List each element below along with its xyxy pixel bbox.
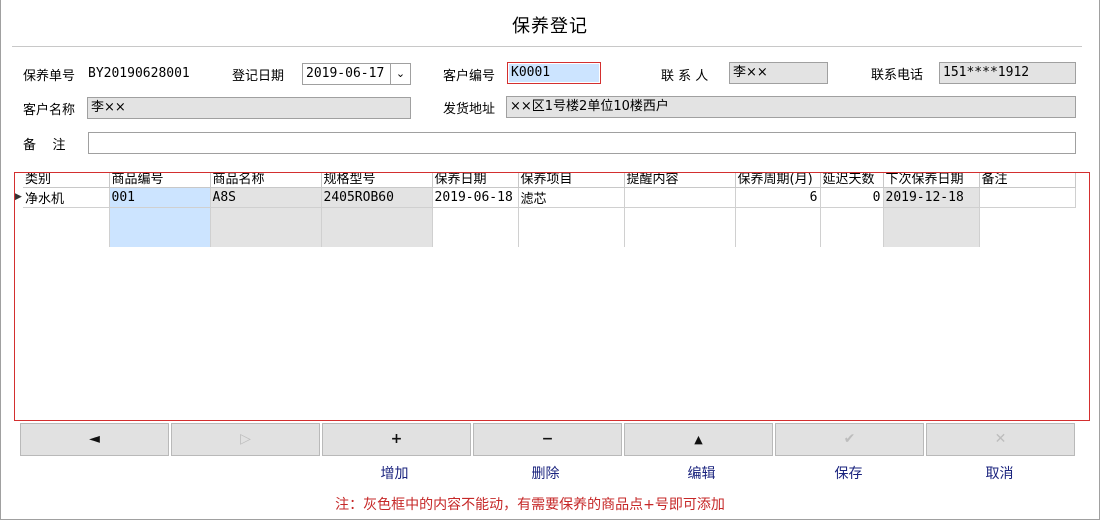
cell-remark[interactable] bbox=[979, 187, 1076, 208]
contact-field: 李×× bbox=[729, 62, 828, 84]
phone-field: 151****1912 bbox=[939, 62, 1076, 84]
customer-code-input[interactable]: K0001 bbox=[507, 62, 601, 84]
col-cycle[interactable]: 保养周期(月) bbox=[735, 173, 821, 188]
col-reminder[interactable]: 提醒内容 bbox=[624, 173, 736, 188]
new-cell bbox=[321, 207, 433, 247]
cell-maint-date[interactable]: 2019-06-18 bbox=[432, 187, 519, 208]
title-divider bbox=[12, 46, 1082, 47]
remark-input[interactable] bbox=[88, 132, 1076, 154]
new-cell[interactable] bbox=[735, 207, 821, 247]
cell-delay[interactable]: 0 bbox=[820, 187, 884, 208]
new-cell[interactable] bbox=[109, 207, 211, 247]
current-row-icon: ▶ bbox=[15, 192, 22, 202]
col-delay[interactable]: 延迟天数 bbox=[820, 173, 884, 188]
add-label[interactable]: 增加 bbox=[320, 463, 469, 483]
cell-product-name: A8S bbox=[210, 187, 322, 208]
up-triangle-icon: ▲ bbox=[694, 433, 703, 446]
cell-spec: 2405ROB60 bbox=[321, 187, 433, 208]
prev-button[interactable]: ◄ bbox=[20, 423, 169, 456]
cell-maint-item[interactable]: 滤芯 bbox=[518, 187, 625, 208]
cell-category[interactable]: 净水机 bbox=[23, 187, 110, 208]
cell-product-code[interactable]: 001 bbox=[109, 187, 211, 208]
new-cell[interactable] bbox=[624, 207, 736, 247]
cancel-label[interactable]: 取消 bbox=[925, 463, 1074, 483]
save-button[interactable]: ✔ bbox=[775, 423, 924, 456]
customer-name-label: 客户名称 bbox=[23, 103, 76, 118]
col-remark[interactable]: 备注 bbox=[979, 173, 1076, 188]
customer-name-field: 李×× bbox=[87, 97, 411, 119]
new-row-placeholder[interactable] bbox=[23, 207, 1075, 247]
check-icon: ✔ bbox=[843, 431, 856, 447]
window-title: 保养登记 bbox=[512, 16, 588, 37]
delete-button[interactable]: − bbox=[473, 423, 622, 456]
customer-code-label: 客户编号 bbox=[443, 69, 496, 84]
col-next-date[interactable]: 下次保养日期 bbox=[883, 173, 980, 188]
contact-label: 联 系 人 bbox=[661, 69, 709, 84]
address-field: ××区1号楼2单位10楼西户 bbox=[506, 96, 1076, 118]
order-no-label: 保养单号 bbox=[23, 69, 76, 84]
date-dropdown-icon[interactable]: ⌄ bbox=[390, 63, 411, 85]
edit-label[interactable]: 编辑 bbox=[627, 463, 776, 483]
col-category[interactable]: 类别 bbox=[23, 173, 110, 188]
cell-cycle[interactable]: 6 bbox=[735, 187, 821, 208]
phone-label: 联系电话 bbox=[871, 68, 924, 83]
add-icon: + bbox=[390, 431, 403, 447]
new-cell[interactable] bbox=[820, 207, 884, 247]
new-cell bbox=[883, 207, 980, 247]
cancel-button[interactable]: ✕ bbox=[926, 423, 1075, 456]
col-spec[interactable]: 规格型号 bbox=[321, 173, 433, 188]
delete-label[interactable]: 删除 bbox=[471, 463, 620, 483]
new-cell[interactable] bbox=[23, 207, 110, 247]
col-product-name[interactable]: 商品名称 bbox=[210, 173, 322, 188]
register-date-input[interactable]: 2019-06-17 bbox=[302, 63, 392, 85]
hint-note: 注：灰色框中的内容不能动，有需要保养的商品点+号即可添加 bbox=[335, 497, 725, 513]
grid-header-row: 类别 商品编号 商品名称 规格型号 保养日期 保养项目 提醒内容 保养周期(月)… bbox=[23, 173, 1076, 188]
close-icon: ✕ bbox=[994, 431, 1007, 447]
new-cell[interactable] bbox=[979, 207, 1075, 247]
cell-next-date: 2019-12-18 bbox=[883, 187, 980, 208]
col-product-code[interactable]: 商品编号 bbox=[109, 173, 211, 188]
minus-icon: − bbox=[541, 431, 554, 447]
save-label[interactable]: 保存 bbox=[774, 463, 923, 483]
new-cell bbox=[210, 207, 322, 247]
edit-button[interactable]: ▲ bbox=[624, 423, 773, 456]
add-button[interactable]: + bbox=[322, 423, 471, 456]
new-cell[interactable] bbox=[518, 207, 625, 247]
order-no-value: BY20190628001 bbox=[88, 66, 190, 81]
prev-icon: ◄ bbox=[89, 431, 100, 447]
register-date-label: 登记日期 bbox=[232, 69, 285, 84]
cell-reminder[interactable] bbox=[624, 187, 736, 208]
col-maint-item[interactable]: 保养项目 bbox=[518, 173, 625, 188]
next-icon: ▷ bbox=[240, 431, 251, 447]
address-label: 发货地址 bbox=[443, 102, 496, 117]
maintenance-grid[interactable]: ▶ 类别 商品编号 商品名称 规格型号 保养日期 保养项目 提醒内容 保养周期(… bbox=[14, 172, 1090, 421]
next-button[interactable]: ▷ bbox=[171, 423, 320, 456]
new-cell[interactable] bbox=[432, 207, 519, 247]
table-row[interactable]: 净水机 001 A8S 2405ROB60 2019-06-18 滤芯 6 0 … bbox=[23, 187, 1076, 208]
col-maint-date[interactable]: 保养日期 bbox=[432, 173, 519, 188]
remark-label: 备 注 bbox=[23, 138, 66, 153]
